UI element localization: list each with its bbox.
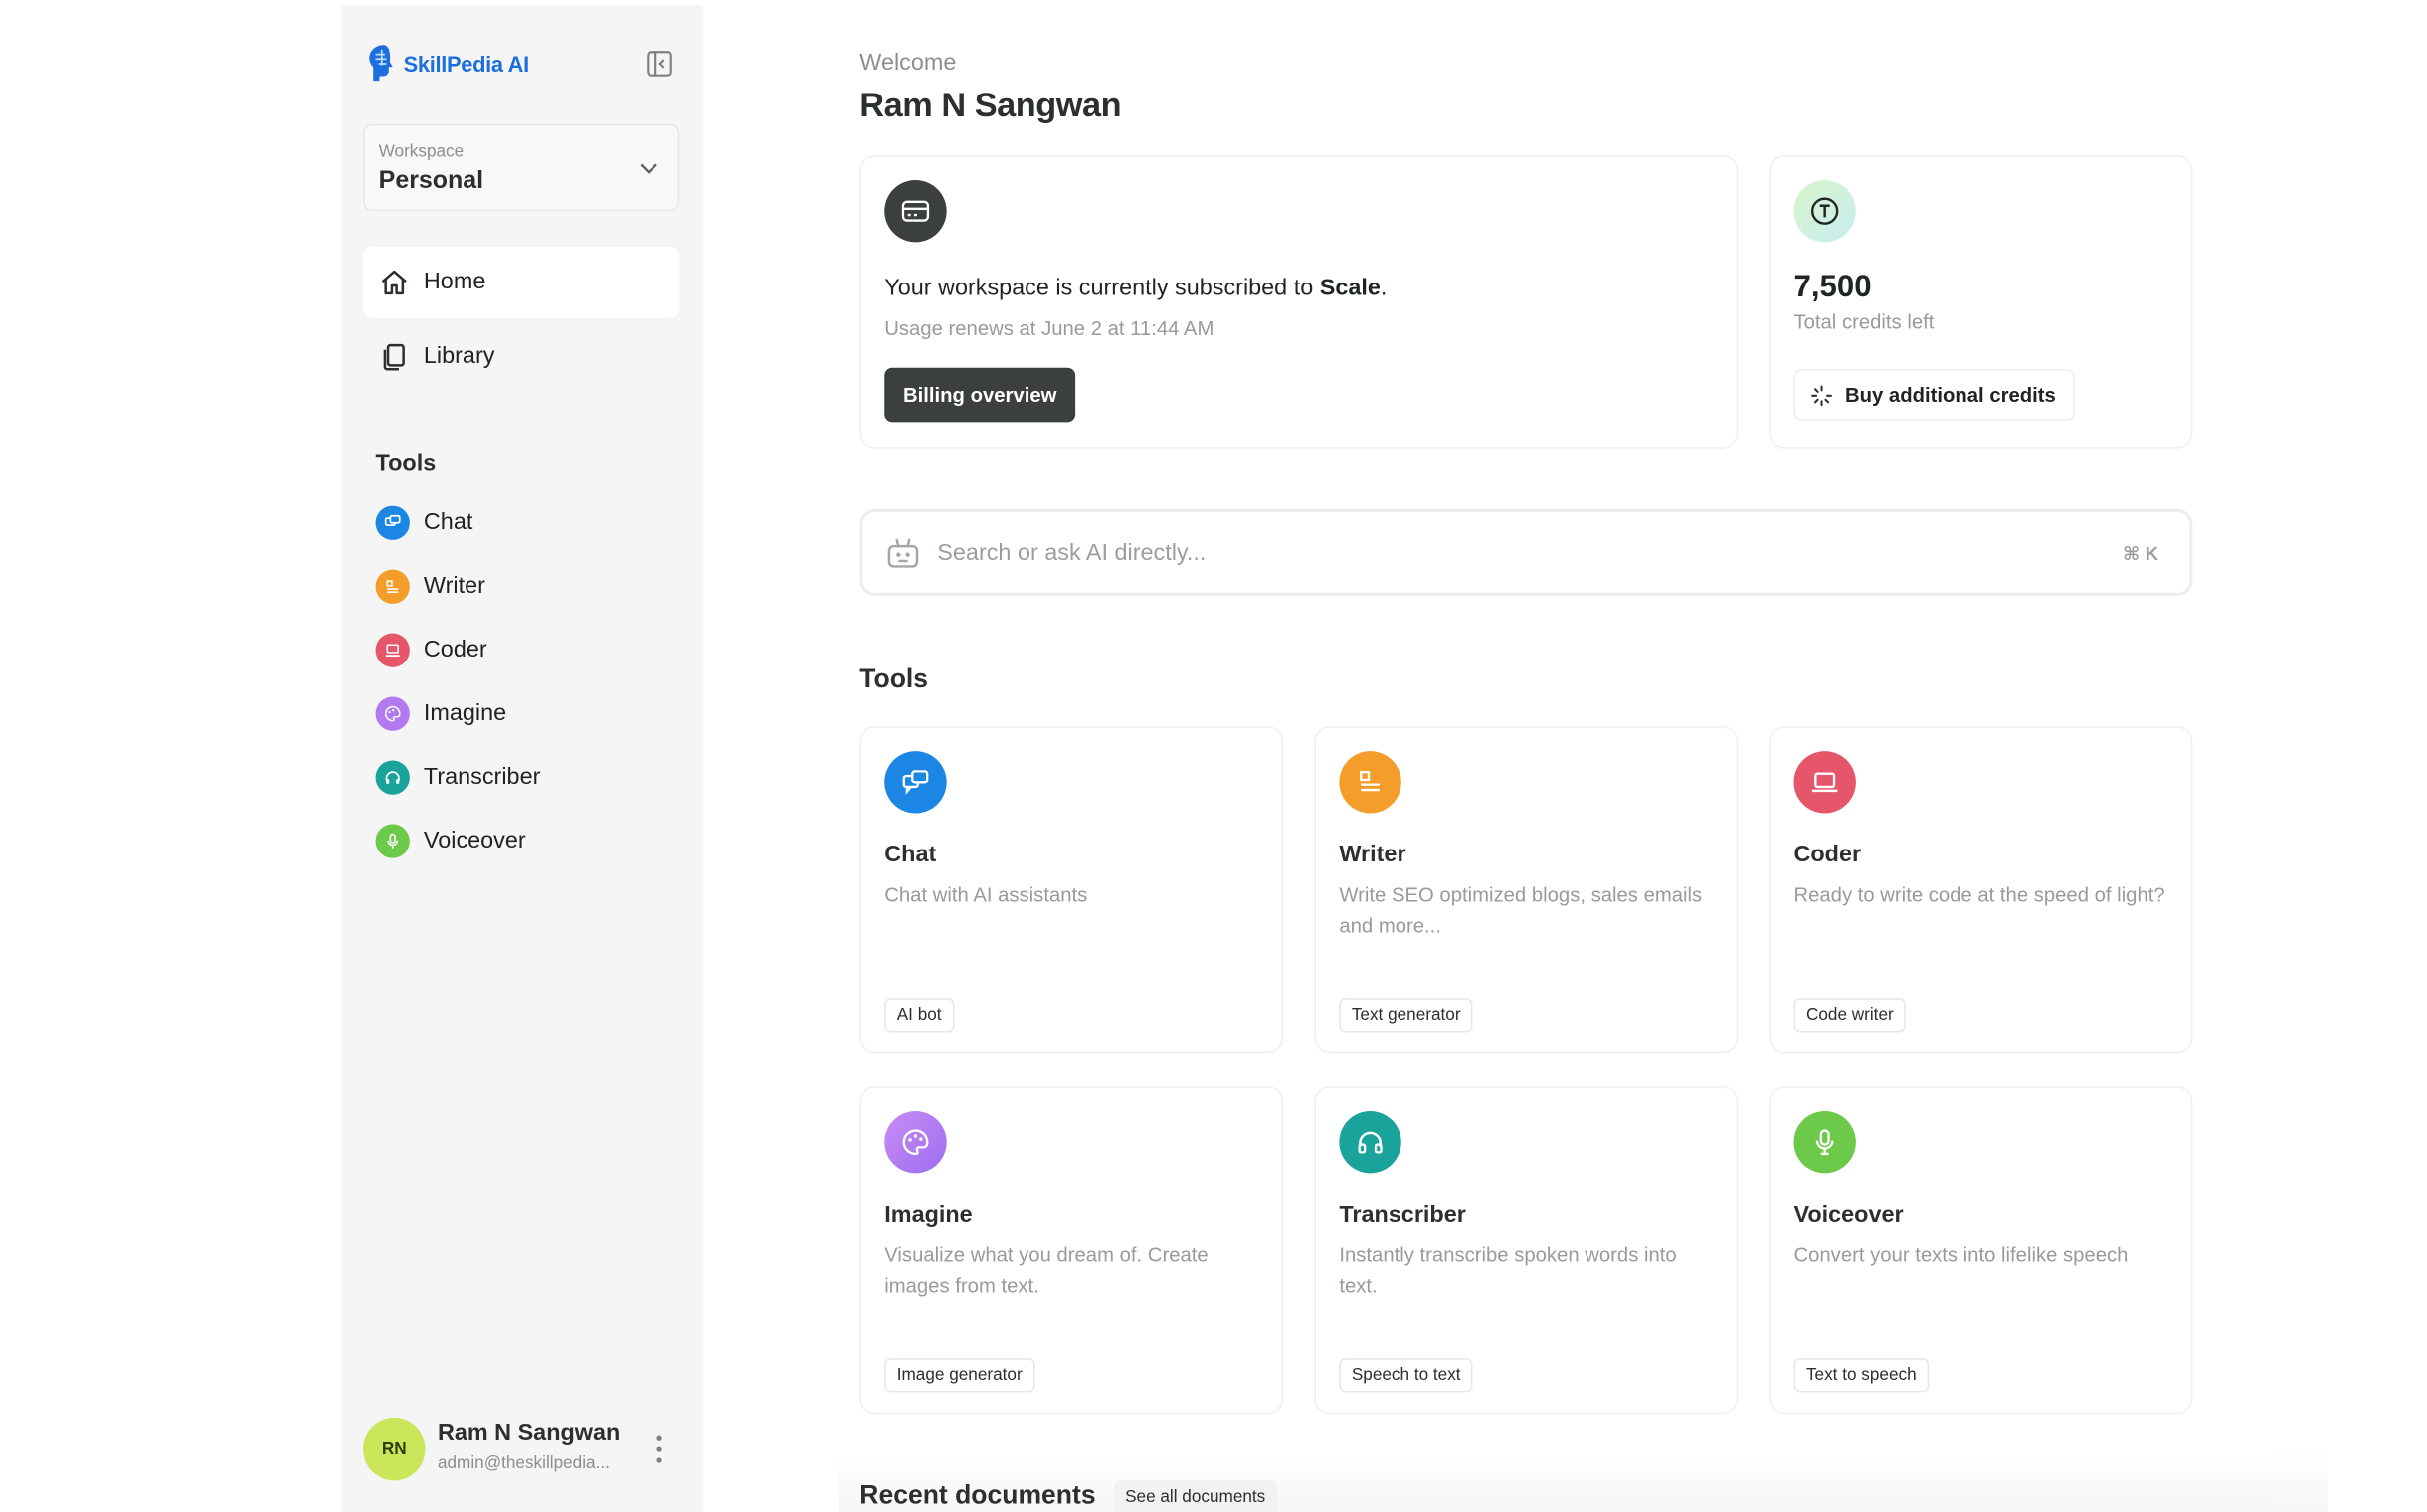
subscription-plan: Scale bbox=[1319, 275, 1381, 301]
tools-heading: Tools bbox=[859, 663, 929, 694]
tool-card-title: Transcriber bbox=[1339, 1201, 1466, 1228]
tool-card-description: Write SEO optimized blogs, sales emails … bbox=[1339, 882, 1703, 937]
tool-card-tag: Speech to text bbox=[1339, 1358, 1474, 1393]
tool-card-writer[interactable]: Writer Write SEO optimized blogs, sales … bbox=[1314, 726, 1739, 1054]
more-vertical-icon[interactable] bbox=[652, 1432, 667, 1466]
token-icon bbox=[1793, 179, 1856, 243]
user-profile[interactable]: RN Ram N Sangwan admin@theskillpedia... bbox=[363, 1411, 679, 1491]
sparkle-loader-icon bbox=[1811, 384, 1832, 406]
subscription-suffix: . bbox=[1380, 275, 1388, 301]
palette-icon bbox=[375, 696, 410, 731]
user-email: admin@theskillpedia... bbox=[437, 1453, 610, 1473]
recent-documents-heading: Recent documents bbox=[859, 1480, 1096, 1510]
palette-icon bbox=[884, 1111, 947, 1174]
search-input[interactable] bbox=[937, 511, 2024, 593]
headphones-icon bbox=[375, 760, 410, 795]
user-name: Ram N Sangwan bbox=[437, 1419, 621, 1447]
tool-card-title: Voiceover bbox=[1793, 1201, 1904, 1228]
nav-home-label: Home bbox=[423, 268, 486, 295]
nav-library-label: Library bbox=[423, 342, 495, 370]
chat-icon bbox=[884, 751, 947, 814]
page-title: Ram N Sangwan bbox=[859, 85, 1122, 124]
headphones-icon bbox=[1339, 1111, 1401, 1174]
home-icon bbox=[381, 270, 407, 295]
tool-card-description: Visualize what you dream of. Create imag… bbox=[884, 1242, 1209, 1297]
tool-card-tag: Code writer bbox=[1793, 998, 1907, 1033]
credits-amount: 7,500 bbox=[1793, 270, 1872, 304]
sidebar-item-label: Writer bbox=[423, 572, 485, 600]
tool-card-tag: Text to speech bbox=[1793, 1358, 1930, 1393]
sidebar-item-label: Voiceover bbox=[423, 827, 526, 854]
writer-icon bbox=[1339, 751, 1401, 814]
credits-card: 7,500 Total credits left Buy additional … bbox=[1769, 155, 2193, 449]
library-icon bbox=[383, 343, 405, 371]
tool-card-title: Imagine bbox=[884, 1201, 973, 1228]
avatar: RN bbox=[363, 1418, 426, 1481]
robot-icon bbox=[887, 538, 919, 568]
buy-credits-button[interactable]: Buy additional credits bbox=[1793, 369, 2075, 421]
tool-card-description: Convert your texts into lifelike speech bbox=[1793, 1242, 2129, 1267]
subscription-card: Your workspace is currently subscribed t… bbox=[859, 155, 1739, 449]
search-bar[interactable]: ⌘ K bbox=[859, 508, 2193, 597]
sidebar-item-label: Imagine bbox=[423, 699, 507, 727]
laptop-icon bbox=[375, 633, 410, 667]
subscription-prefix: Your workspace is currently subscribed t… bbox=[884, 275, 1320, 301]
sidebar: SkillPedia AI Workspace Personal Home Li… bbox=[341, 4, 703, 1512]
collapse-sidebar-icon[interactable] bbox=[646, 50, 673, 78]
tool-card-tag: Text generator bbox=[1339, 998, 1474, 1033]
workspace-select[interactable]: Workspace Personal bbox=[363, 123, 680, 212]
brand-name: SkillPedia AI bbox=[403, 51, 530, 77]
subscription-text: Your workspace is currently subscribed t… bbox=[884, 275, 1387, 301]
tool-card-description: Chat with AI assistants bbox=[884, 882, 1088, 907]
nav-library[interactable]: Library bbox=[363, 321, 679, 393]
microphone-icon bbox=[375, 824, 410, 858]
tool-card-coder[interactable]: Coder Ready to write code at the speed o… bbox=[1769, 726, 2193, 1054]
usage-renew-text: Usage renews at June 2 at 11:44 AM bbox=[884, 316, 1214, 340]
workspace-label: Workspace bbox=[378, 142, 465, 162]
brand-logo[interactable]: SkillPedia AI bbox=[366, 42, 529, 86]
chat-icon bbox=[375, 505, 410, 540]
credits-label: Total credits left bbox=[1793, 310, 1935, 334]
laptop-icon bbox=[1793, 751, 1856, 814]
brain-logo-icon bbox=[369, 45, 393, 82]
credit-card-icon bbox=[884, 179, 947, 243]
sidebar-item-label: Chat bbox=[423, 508, 473, 536]
nav-home[interactable]: Home bbox=[363, 247, 680, 318]
sidebar-tools-heading: Tools bbox=[375, 450, 437, 476]
tool-card-transcriber[interactable]: Transcriber Instantly transcribe spoken … bbox=[1314, 1086, 1739, 1415]
workspace-value: Personal bbox=[378, 167, 484, 195]
tool-card-description: Ready to write code at the speed of ligh… bbox=[1793, 882, 2165, 907]
see-all-documents-button[interactable]: See all documents bbox=[1114, 1480, 1277, 1512]
writer-icon bbox=[375, 569, 410, 604]
billing-overview-button[interactable]: Billing overview bbox=[884, 367, 1076, 423]
shortcut-hint: ⌘ K bbox=[2122, 543, 2159, 565]
tool-card-tag: Image generator bbox=[884, 1358, 1035, 1393]
tool-card-title: Coder bbox=[1793, 841, 1862, 868]
buy-credits-label: Buy additional credits bbox=[1844, 383, 2056, 407]
sidebar-item-label: Coder bbox=[423, 636, 487, 663]
tool-card-tag: AI bot bbox=[884, 998, 955, 1033]
tool-card-title: Writer bbox=[1339, 841, 1406, 868]
tool-card-title: Chat bbox=[884, 841, 937, 868]
tool-card-description: Instantly transcribe spoken words into t… bbox=[1339, 1242, 1677, 1297]
welcome-label: Welcome bbox=[859, 49, 957, 77]
chevron-down-icon bbox=[640, 163, 657, 174]
tool-card-imagine[interactable]: Imagine Visualize what you dream of. Cre… bbox=[859, 1086, 1284, 1415]
tool-card-voiceover[interactable]: Voiceover Convert your texts into lifeli… bbox=[1769, 1086, 2193, 1415]
microphone-icon bbox=[1793, 1111, 1856, 1174]
tool-card-chat[interactable]: Chat Chat with AI assistants AI bot bbox=[859, 726, 1284, 1054]
sidebar-item-label: Transcriber bbox=[423, 763, 541, 791]
